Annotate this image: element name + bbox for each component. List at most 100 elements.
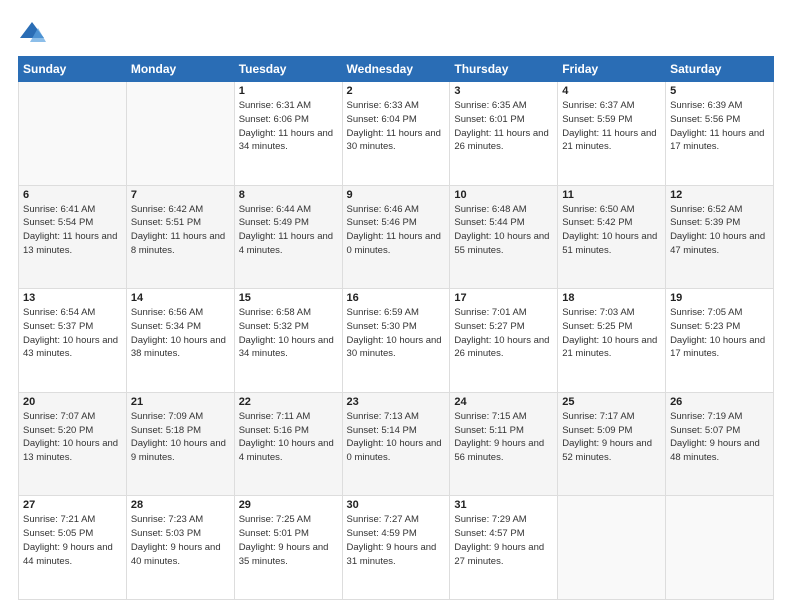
day-info: Sunrise: 6:31 AM Sunset: 6:06 PM Dayligh…: [239, 99, 338, 154]
day-info: Sunrise: 7:17 AM Sunset: 5:09 PM Dayligh…: [562, 410, 661, 465]
day-number: 15: [239, 292, 338, 304]
calendar-cell: 26 Sunrise: 7:19 AM Sunset: 5:07 PM Dayli…: [666, 392, 774, 496]
calendar-cell: 18 Sunrise: 7:03 AM Sunset: 5:25 PM Dayli…: [558, 289, 666, 393]
day-info: Sunrise: 7:03 AM Sunset: 5:25 PM Dayligh…: [562, 306, 661, 361]
day-number: 16: [347, 292, 446, 304]
day-number: 18: [562, 292, 661, 304]
calendar-table: SundayMondayTuesdayWednesdayThursdayFrid…: [18, 56, 774, 600]
calendar-cell: 8Sunrise: 6:44 AM Sunset: 5:49 PM Daylig…: [234, 185, 342, 289]
day-number: 7: [131, 189, 230, 201]
day-number: 5: [670, 85, 769, 97]
day-number: 3: [454, 85, 553, 97]
day-info: Sunrise: 6:54 AM Sunset: 5:37 PM Dayligh…: [23, 306, 122, 361]
calendar-cell: 13 Sunrise: 6:54 AM Sunset: 5:37 PM Dayli…: [19, 289, 127, 393]
day-info: Sunrise: 6:46 AM Sunset: 5:46 PM Dayligh…: [347, 203, 446, 258]
day-info: Sunrise: 6:56 AM Sunset: 5:34 PM Dayligh…: [131, 306, 230, 361]
weekday-header-monday: Monday: [126, 57, 234, 82]
weekday-header-wednesday: Wednesday: [342, 57, 450, 82]
day-info: Sunrise: 6:52 AM Sunset: 5:39 PM Dayligh…: [670, 203, 769, 258]
day-info: Sunrise: 6:44 AM Sunset: 5:49 PM Dayligh…: [239, 203, 338, 258]
calendar-cell: 9 Sunrise: 6:46 AM Sunset: 5:46 PM Daylig…: [342, 185, 450, 289]
calendar-cell: 1 Sunrise: 6:31 AM Sunset: 6:06 PM Daylig…: [234, 82, 342, 186]
day-number: 17: [454, 292, 553, 304]
day-info: Sunrise: 7:27 AM Sunset: 4:59 PM Dayligh…: [347, 513, 446, 568]
day-number: 10: [454, 189, 553, 201]
day-number: 30: [347, 499, 446, 511]
calendar-cell: [558, 496, 666, 600]
day-number: 6: [23, 189, 122, 201]
logo: [18, 18, 50, 46]
calendar-cell: 12Sunrise: 6:52 AM Sunset: 5:39 PM Dayli…: [666, 185, 774, 289]
day-number: 9: [347, 189, 446, 201]
calendar-cell: 11 Sunrise: 6:50 AM Sunset: 5:42 PM Dayli…: [558, 185, 666, 289]
day-number: 19: [670, 292, 769, 304]
day-info: Sunrise: 6:35 AM Sunset: 6:01 PM Dayligh…: [454, 99, 553, 154]
weekday-header-thursday: Thursday: [450, 57, 558, 82]
day-info: Sunrise: 7:19 AM Sunset: 5:07 PM Dayligh…: [670, 410, 769, 465]
calendar-week-row: 1 Sunrise: 6:31 AM Sunset: 6:06 PM Daylig…: [19, 82, 774, 186]
day-number: 26: [670, 396, 769, 408]
day-info: Sunrise: 6:39 AM Sunset: 5:56 PM Dayligh…: [670, 99, 769, 154]
logo-icon: [18, 18, 46, 46]
calendar-cell: 6 Sunrise: 6:41 AM Sunset: 5:54 PM Daylig…: [19, 185, 127, 289]
calendar-cell: 31 Sunrise: 7:29 AM Sunset: 4:57 PM Dayli…: [450, 496, 558, 600]
calendar-cell: 2 Sunrise: 6:33 AM Sunset: 6:04 PM Daylig…: [342, 82, 450, 186]
weekday-header-saturday: Saturday: [666, 57, 774, 82]
day-info: Sunrise: 7:21 AM Sunset: 5:05 PM Dayligh…: [23, 513, 122, 568]
weekday-header-sunday: Sunday: [19, 57, 127, 82]
day-number: 21: [131, 396, 230, 408]
calendar-cell: 23 Sunrise: 7:13 AM Sunset: 5:14 PM Dayli…: [342, 392, 450, 496]
day-info: Sunrise: 7:11 AM Sunset: 5:16 PM Dayligh…: [239, 410, 338, 465]
day-number: 2: [347, 85, 446, 97]
calendar-cell: 25 Sunrise: 7:17 AM Sunset: 5:09 PM Dayli…: [558, 392, 666, 496]
calendar-week-row: 27Sunrise: 7:21 AM Sunset: 5:05 PM Dayli…: [19, 496, 774, 600]
day-number: 28: [131, 499, 230, 511]
day-number: 1: [239, 85, 338, 97]
calendar-cell: 4Sunrise: 6:37 AM Sunset: 5:59 PM Daylig…: [558, 82, 666, 186]
day-info: Sunrise: 7:29 AM Sunset: 4:57 PM Dayligh…: [454, 513, 553, 568]
day-number: 20: [23, 396, 122, 408]
calendar-week-row: 13 Sunrise: 6:54 AM Sunset: 5:37 PM Dayli…: [19, 289, 774, 393]
day-info: Sunrise: 6:58 AM Sunset: 5:32 PM Dayligh…: [239, 306, 338, 361]
day-info: Sunrise: 7:13 AM Sunset: 5:14 PM Dayligh…: [347, 410, 446, 465]
calendar-week-row: 6 Sunrise: 6:41 AM Sunset: 5:54 PM Daylig…: [19, 185, 774, 289]
day-info: Sunrise: 7:15 AM Sunset: 5:11 PM Dayligh…: [454, 410, 553, 465]
calendar-cell: 7 Sunrise: 6:42 AM Sunset: 5:51 PM Daylig…: [126, 185, 234, 289]
day-number: 11: [562, 189, 661, 201]
weekday-header-row: SundayMondayTuesdayWednesdayThursdayFrid…: [19, 57, 774, 82]
weekday-header-tuesday: Tuesday: [234, 57, 342, 82]
day-info: Sunrise: 7:01 AM Sunset: 5:27 PM Dayligh…: [454, 306, 553, 361]
calendar-cell: 21 Sunrise: 7:09 AM Sunset: 5:18 PM Dayli…: [126, 392, 234, 496]
calendar-cell: 27Sunrise: 7:21 AM Sunset: 5:05 PM Dayli…: [19, 496, 127, 600]
calendar-cell: 30 Sunrise: 7:27 AM Sunset: 4:59 PM Dayli…: [342, 496, 450, 600]
calendar-cell: 29 Sunrise: 7:25 AM Sunset: 5:01 PM Dayli…: [234, 496, 342, 600]
day-number: 13: [23, 292, 122, 304]
day-info: Sunrise: 6:48 AM Sunset: 5:44 PM Dayligh…: [454, 203, 553, 258]
day-info: Sunrise: 7:25 AM Sunset: 5:01 PM Dayligh…: [239, 513, 338, 568]
calendar-cell: 17 Sunrise: 7:01 AM Sunset: 5:27 PM Dayli…: [450, 289, 558, 393]
calendar-cell: 20 Sunrise: 7:07 AM Sunset: 5:20 PM Dayli…: [19, 392, 127, 496]
calendar-cell: [666, 496, 774, 600]
day-info: Sunrise: 6:50 AM Sunset: 5:42 PM Dayligh…: [562, 203, 661, 258]
calendar-cell: 22Sunrise: 7:11 AM Sunset: 5:16 PM Dayli…: [234, 392, 342, 496]
header: [18, 18, 774, 46]
calendar-cell: 24Sunrise: 7:15 AM Sunset: 5:11 PM Dayli…: [450, 392, 558, 496]
day-info: Sunrise: 7:05 AM Sunset: 5:23 PM Dayligh…: [670, 306, 769, 361]
day-info: Sunrise: 7:07 AM Sunset: 5:20 PM Dayligh…: [23, 410, 122, 465]
day-number: 25: [562, 396, 661, 408]
calendar-cell: [19, 82, 127, 186]
day-info: Sunrise: 6:41 AM Sunset: 5:54 PM Dayligh…: [23, 203, 122, 258]
calendar-cell: 28 Sunrise: 7:23 AM Sunset: 5:03 PM Dayli…: [126, 496, 234, 600]
day-number: 31: [454, 499, 553, 511]
calendar-cell: 15 Sunrise: 6:58 AM Sunset: 5:32 PM Dayli…: [234, 289, 342, 393]
day-number: 14: [131, 292, 230, 304]
day-number: 23: [347, 396, 446, 408]
day-info: Sunrise: 6:42 AM Sunset: 5:51 PM Dayligh…: [131, 203, 230, 258]
calendar-cell: 14 Sunrise: 6:56 AM Sunset: 5:34 PM Dayli…: [126, 289, 234, 393]
calendar-week-row: 20 Sunrise: 7:07 AM Sunset: 5:20 PM Dayli…: [19, 392, 774, 496]
day-number: 29: [239, 499, 338, 511]
day-info: Sunrise: 7:23 AM Sunset: 5:03 PM Dayligh…: [131, 513, 230, 568]
weekday-header-friday: Friday: [558, 57, 666, 82]
day-info: Sunrise: 6:33 AM Sunset: 6:04 PM Dayligh…: [347, 99, 446, 154]
day-info: Sunrise: 7:09 AM Sunset: 5:18 PM Dayligh…: [131, 410, 230, 465]
